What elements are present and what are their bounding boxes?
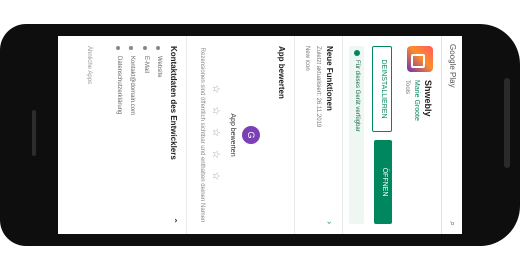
rating-hint: Rezensionen sind öffentlich sichtbar und… (198, 47, 205, 223)
app-meta: Shwebly Marie Groote Tools (403, 80, 433, 121)
app-icon (407, 46, 433, 72)
play-store-page: Google Play ⌕ Shwebly Marie Groote Tools… (58, 36, 462, 234)
app-name: Shwebly (423, 80, 433, 117)
open-button[interactable]: ÖFFNEN (374, 140, 393, 224)
changelog-text: New icon (304, 46, 311, 71)
device-notice: Für dieses Gerät verfügbar (349, 46, 365, 224)
device-notice-text: Für dieses Gerät verfügbar (354, 60, 361, 132)
store-title: Google Play (448, 44, 457, 88)
search-icon[interactable]: ⌕ (446, 221, 458, 226)
action-buttons: DEINSTALLIEREN ÖFFNEN (367, 36, 399, 234)
whats-new-title: Neue Funktionen › (325, 46, 334, 224)
contact-item[interactable]: Kontakt@domain.com (128, 46, 135, 224)
user-avatar: G (242, 126, 260, 144)
privacy-icon (116, 46, 120, 50)
contact-item[interactable]: Datenschutzerklärung (114, 46, 122, 224)
developer-contact-section: Kontaktdaten des Entwicklers ⌃ Website E… (100, 36, 188, 234)
contact-item[interactable]: Website (155, 46, 162, 224)
rating-label: App bewerten (229, 113, 236, 157)
app-category: Tools (404, 80, 410, 95)
app-header: Shwebly Marie Groote Tools (399, 36, 442, 234)
similar-apps-link[interactable]: Ähnliche Apps (73, 36, 101, 234)
address-icon (129, 46, 134, 50)
developer-contact-title: Kontaktdaten des Entwicklers ⌃ (168, 46, 179, 224)
rating-widget: G App bewerten ☆ ☆ ☆ ☆ ☆ Rezensionen sin… (187, 36, 268, 234)
whats-new-section[interactable]: Neue Funktionen › Zuletzt aktualisiert: … (295, 36, 343, 234)
phone-screen: Google Play ⌕ Shwebly Marie Groote Tools… (58, 36, 462, 234)
phone-speaker (32, 110, 36, 156)
phone-side-edge (504, 78, 510, 168)
uninstall-button[interactable]: DEINSTALLIEREN (372, 46, 393, 132)
web-icon (156, 46, 161, 50)
top-bar: Google Play ⌕ (441, 36, 462, 234)
phone-frame: Google Play ⌕ Shwebly Marie Groote Tools… (0, 24, 520, 246)
check-icon (353, 50, 360, 56)
star-rating[interactable]: ☆ ☆ ☆ ☆ ☆ (209, 46, 221, 224)
developer-link[interactable]: Marie Groote (411, 80, 420, 121)
arrow-right-icon: › (325, 221, 334, 224)
rate-section-header: App bewerten (268, 36, 295, 234)
mail-icon (143, 46, 147, 50)
chevron-up-icon[interactable]: ⌃ (168, 217, 178, 224)
last-updated: Zuletzt aktualisiert: 26.11.2019 (315, 46, 321, 128)
rate-section-title: App bewerten (277, 46, 286, 99)
contact-item[interactable]: E-Mail (141, 46, 149, 224)
